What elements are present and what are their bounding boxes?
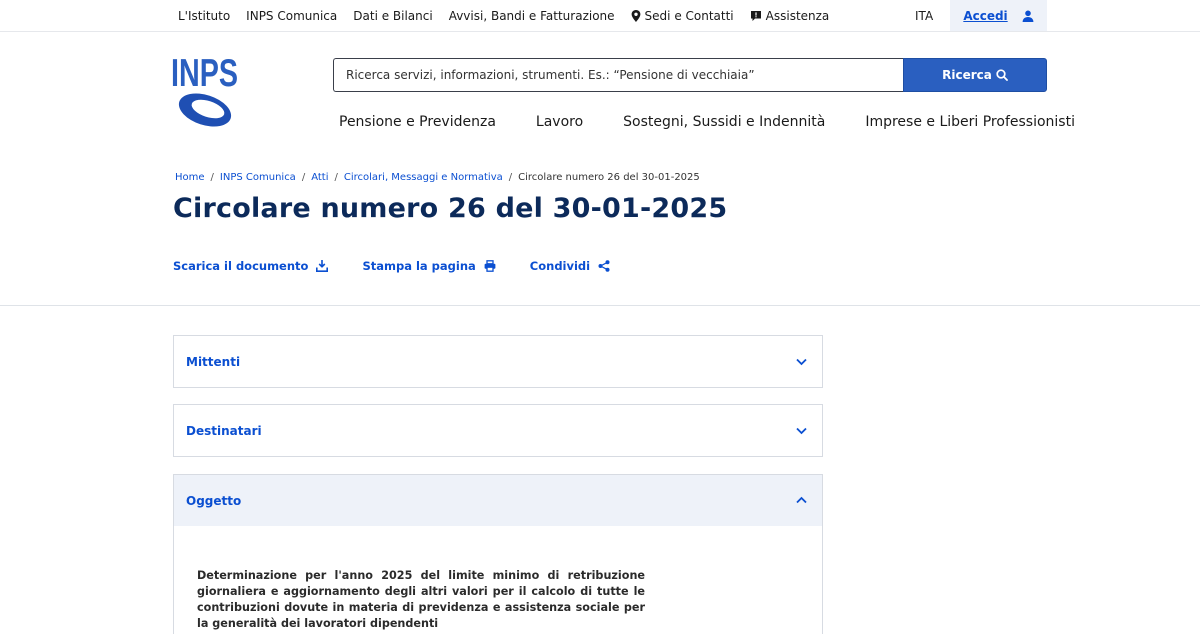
breadcrumb-link-inps-comunica[interactable]: INPS Comunica xyxy=(220,172,296,183)
oggetto-text: Determinazione per l'anno 2025 del limit… xyxy=(197,569,645,630)
download-icon xyxy=(316,260,329,272)
search-button-label: Ricerca xyxy=(942,68,992,82)
breadcrumb-current: Circolare numero 26 del 30-01-2025 xyxy=(518,172,700,183)
assistenza-label: Assistenza xyxy=(765,8,830,23)
utility-link-avvisi-bandi[interactable]: Avvisi, Bandi e Fatturazione xyxy=(449,9,615,23)
utility-link-inps-comunica[interactable]: INPS Comunica xyxy=(246,9,337,23)
accordion-label: Oggetto xyxy=(186,494,242,508)
breadcrumb-separator: / xyxy=(210,172,214,183)
utility-link-dati-bilanci[interactable]: Dati e Bilanci xyxy=(353,9,432,23)
accordion-destinatari[interactable]: Destinatari xyxy=(173,404,823,457)
user-icon xyxy=(1022,10,1034,22)
page-actions: Scarica il documento Stampa la pagina Co… xyxy=(173,259,610,273)
search-icon xyxy=(996,69,1008,81)
nav-item-sostegni[interactable]: Sostegni, Sussidi e Indennità xyxy=(623,114,825,130)
breadcrumb-separator: / xyxy=(508,172,513,183)
language-selector[interactable]: ITA xyxy=(915,9,933,23)
print-page-button[interactable]: Stampa la pagina xyxy=(362,259,496,273)
nav-item-pensione-previdenza[interactable]: Pensione e Previdenza xyxy=(339,114,496,130)
breadcrumb-separator: / xyxy=(334,172,338,183)
breadcrumb: Home / INPS Comunica / Atti / Circolari,… xyxy=(175,172,700,183)
breadcrumb-link-circolari[interactable]: Circolari, Messaggi e Normativa xyxy=(344,172,503,183)
inps-logo[interactable]: INPS xyxy=(171,52,241,130)
nav-item-imprese[interactable]: Imprese e Liberi Professionisti xyxy=(865,114,1075,130)
breadcrumb-link-atti[interactable]: Atti xyxy=(311,172,328,183)
map-pin-icon xyxy=(631,9,640,22)
page-title: Circolare numero 26 del 30-01-2025 xyxy=(173,193,728,224)
share-icon xyxy=(598,260,610,272)
utility-link-assistenza[interactable]: Assistenza xyxy=(750,8,830,23)
sedi-contatti-label: Sedi e Contatti xyxy=(644,8,734,23)
accordion-mittenti[interactable]: Mittenti xyxy=(173,335,823,388)
accordion-label: Mittenti xyxy=(186,355,241,369)
utility-link-sedi-contatti[interactable]: Sedi e Contatti xyxy=(631,9,734,23)
download-document-button[interactable]: Scarica il documento xyxy=(173,259,329,273)
chevron-up-icon xyxy=(796,496,807,504)
chevron-down-icon xyxy=(796,358,807,366)
search-button[interactable]: Ricerca xyxy=(903,58,1047,92)
main-navigation: Pensione e Previdenza Lavoro Sostegni, S… xyxy=(339,114,1075,130)
utility-link-istituto[interactable]: L'Istituto xyxy=(178,9,230,23)
search-input[interactable]: Ricerca servizi, informazioni, strumenti… xyxy=(333,58,904,92)
download-label: Scarica il documento xyxy=(173,259,309,273)
logo-wordmark: INPS xyxy=(171,52,238,95)
chevron-down-icon xyxy=(796,427,807,435)
breadcrumb-link-home[interactable]: Home xyxy=(175,172,205,183)
accordion-oggetto[interactable]: Oggetto xyxy=(173,474,823,527)
share-button[interactable]: Condividi xyxy=(530,259,610,273)
login-button[interactable]: Accedi xyxy=(950,0,1047,31)
utility-links: L'Istituto INPS Comunica Dati e Bilanci … xyxy=(178,0,829,31)
accordion-label: Destinatari xyxy=(186,424,262,438)
share-label: Condividi xyxy=(529,259,591,273)
section-divider xyxy=(0,305,1200,306)
nav-item-lavoro[interactable]: Lavoro xyxy=(536,114,583,130)
top-utility-bar: L'Istituto INPS Comunica Dati e Bilanci … xyxy=(0,0,1200,32)
printer-icon xyxy=(484,260,496,272)
accordion-oggetto-content: Determinazione per l'anno 2025 del limit… xyxy=(173,526,823,634)
breadcrumb-separator: / xyxy=(301,172,306,183)
print-label: Stampa la pagina xyxy=(362,259,476,273)
login-label: Accedi xyxy=(963,8,1008,23)
chat-icon xyxy=(750,10,761,21)
